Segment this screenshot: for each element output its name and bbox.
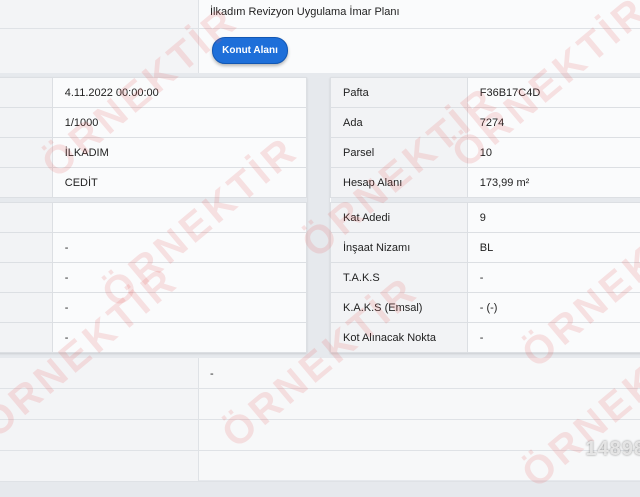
info-row-label: Hesap Alanı: [331, 168, 468, 198]
bottom-info-section: -: [0, 358, 640, 480]
info-row-value: -: [52, 233, 306, 263]
info-row: Parsel10: [331, 138, 640, 168]
info-row-value: -: [467, 263, 640, 293]
info-row-label: [0, 293, 52, 323]
info-row-label: Kot Alınacak Nokta: [331, 323, 468, 353]
info-row: Kot Alınacak Nokta-: [331, 323, 640, 353]
info-row: Hesap Alanı173,99 m²: [331, 168, 640, 198]
right-info-table: PaftaF36B17C4DAda7274Parsel10Hesap Alanı…: [330, 77, 640, 353]
info-row-value: 1/1000: [52, 108, 306, 138]
info-row-value: -: [52, 263, 306, 293]
info-row-label: [0, 78, 52, 108]
bottom-row-label-cell: [0, 358, 199, 388]
function-row: [0, 28, 640, 73]
bottom-row-label-cell: [0, 451, 199, 481]
info-row-label: [0, 203, 52, 233]
info-row-label: Ada: [331, 108, 468, 138]
info-row-label: [0, 323, 52, 353]
info-row-value: F36B17C4D: [467, 78, 640, 108]
info-row-value: - (-): [467, 293, 640, 323]
info-row: PaftaF36B17C4D: [331, 78, 640, 108]
info-row-label: [0, 138, 52, 168]
info-row-value: CEDİT: [52, 168, 306, 198]
info-row: 1/1000: [0, 108, 307, 138]
bottom-row-label-cell: [0, 420, 199, 450]
info-row-value: [52, 203, 306, 233]
plan-name-row: İlkadım Revizyon Uygulama İmar Planı: [0, 0, 640, 28]
info-row-value: 7274: [467, 108, 640, 138]
info-row-label: [0, 263, 52, 293]
info-row: İnşaat NizamıBL: [331, 233, 640, 263]
info-row: -: [0, 323, 307, 353]
info-row-value: 9: [467, 203, 640, 233]
info-row-label: İnşaat Nizamı: [331, 233, 468, 263]
info-row-label: [0, 168, 52, 198]
info-row: K.A.K.S (Emsal)- (-): [331, 293, 640, 323]
info-row: İLKADIM: [0, 138, 307, 168]
bottom-row: [0, 389, 640, 420]
info-row-label: Kat Adedi: [331, 203, 468, 233]
info-row: CEDİT: [0, 168, 307, 198]
info-row: Ada7274: [331, 108, 640, 138]
info-row: -: [0, 263, 307, 293]
info-row-value: 10: [467, 138, 640, 168]
info-row: T.A.K.S-: [331, 263, 640, 293]
plan-name: İlkadım Revizyon Uygulama İmar Planı: [210, 6, 400, 18]
info-row-label: T.A.K.S: [331, 263, 468, 293]
bottom-row-label-cell: [0, 389, 199, 419]
info-row-label: Parsel: [331, 138, 468, 168]
plan-name-label-cell: [0, 0, 199, 28]
info-row: [0, 203, 307, 233]
info-row: -: [0, 233, 307, 263]
info-row-value: 173,99 m²: [467, 168, 640, 198]
info-row-label: [0, 108, 52, 138]
left-info-table: 4.11.2022 00:00:001/1000İLKADIMCEDİT----: [0, 77, 307, 353]
info-row-value: 4.11.2022 00:00:00: [52, 78, 306, 108]
info-row-label: K.A.K.S (Emsal): [331, 293, 468, 323]
info-row-value: BL: [467, 233, 640, 263]
bottom-row: -: [0, 358, 640, 389]
info-row-label: Pafta: [331, 78, 468, 108]
info-row-label: [0, 233, 52, 263]
info-row-value: -: [467, 323, 640, 353]
konut-alani-button[interactable]: Konut Alanı: [212, 37, 288, 64]
info-row-value: İLKADIM: [52, 138, 306, 168]
function-label-cell: [0, 29, 199, 73]
info-row: -: [0, 293, 307, 323]
info-row: Kat Adedi9: [331, 203, 640, 233]
listing-number: 14898: [585, 438, 640, 461]
bottom-row: [0, 451, 640, 482]
info-row-value: -: [52, 323, 306, 353]
bottom-row-value: -: [210, 368, 214, 380]
info-row: 4.11.2022 00:00:00: [0, 78, 307, 108]
bottom-row: [0, 420, 640, 451]
plan-header: İlkadım Revizyon Uygulama İmar Planı Kon…: [0, 0, 640, 72]
info-row-value: -: [52, 293, 306, 323]
